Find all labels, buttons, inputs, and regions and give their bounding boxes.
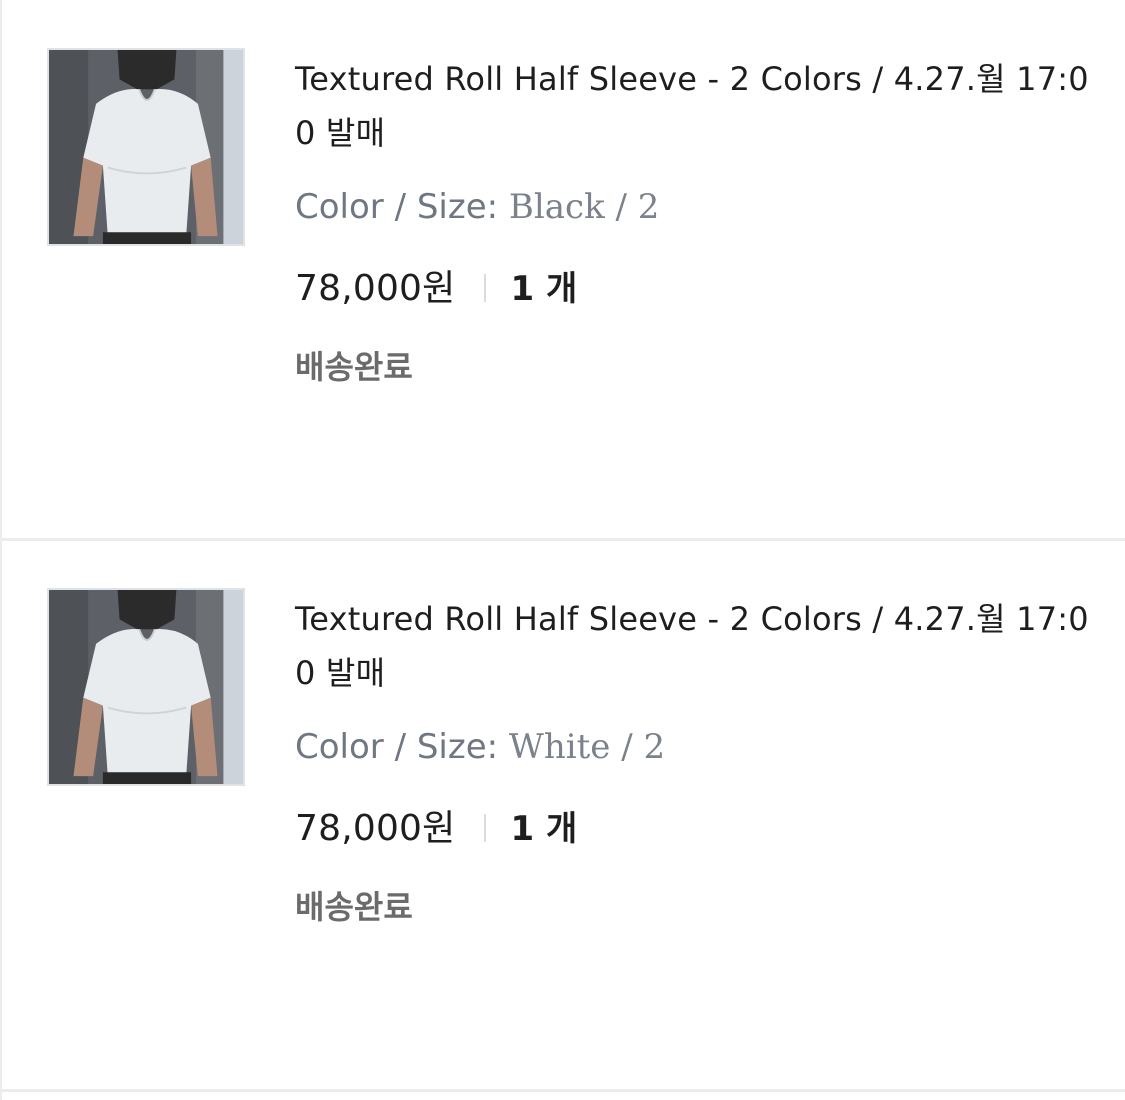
price: 78,000원 (295, 268, 456, 309)
option-value: Black / 2 (508, 187, 660, 227)
divider (483, 814, 486, 842)
order-info: Textured Roll Half Sleeve - 2 Colors / 4… (295, 52, 1105, 390)
item-divider (2, 1089, 1125, 1092)
delivery-status: 배송완료 (295, 888, 413, 926)
product-option: Color / Size: Black / 2 (295, 184, 1105, 230)
option-label: Color / Size: (295, 727, 499, 767)
order-item: Textured Roll Half Sleeve - 2 Colors / 4… (2, 0, 1125, 540)
product-photo-icon (49, 50, 243, 244)
order-item: Textured Roll Half Sleeve - 2 Colors / 4… (2, 540, 1125, 1080)
product-option: Color / Size: White / 2 (295, 724, 1105, 770)
price: 78,000원 (295, 808, 456, 849)
product-thumbnail[interactable] (47, 48, 245, 246)
order-info: Textured Roll Half Sleeve - 2 Colors / 4… (295, 592, 1105, 930)
price-row: 78,000원 1 개 (295, 802, 1105, 849)
quantity: 1 개 (510, 268, 578, 309)
product-title[interactable]: Textured Roll Half Sleeve - 2 Colors / 4… (295, 592, 1105, 700)
product-thumbnail[interactable] (47, 588, 245, 786)
delivery-status: 배송완료 (295, 348, 413, 386)
product-title[interactable]: Textured Roll Half Sleeve - 2 Colors / 4… (295, 52, 1105, 160)
order-list: Textured Roll Half Sleeve - 2 Colors / 4… (0, 0, 1125, 1100)
quantity: 1 개 (510, 808, 578, 849)
option-value: White / 2 (508, 727, 666, 767)
product-photo-icon (49, 590, 243, 784)
price-row: 78,000원 1 개 (295, 262, 1105, 309)
option-label: Color / Size: (295, 187, 499, 227)
divider (483, 274, 486, 302)
